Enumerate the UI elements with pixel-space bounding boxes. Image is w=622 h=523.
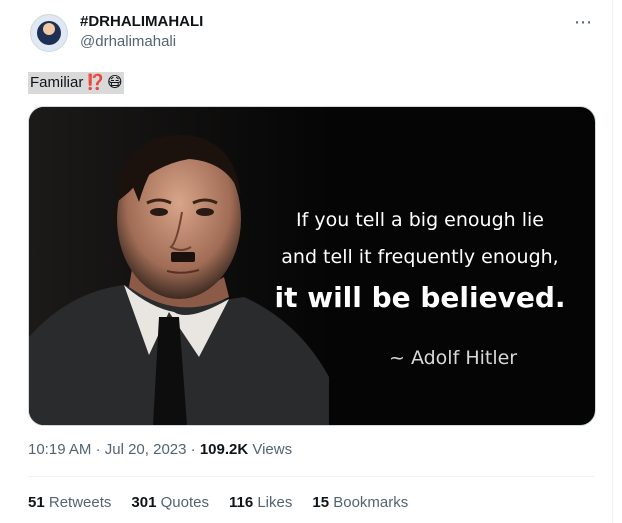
tweet-card: #DRHALIMAHALI @drhalimahali ⋯ Familiar ⁉️…: [0, 0, 613, 523]
tweet-text-word: Familiar: [28, 72, 86, 94]
tweet-text: Familiar ⁉️ 😷: [28, 72, 124, 94]
likes-label: Likes: [257, 494, 293, 511]
quote-line-1: If you tell a big enough lie: [296, 209, 544, 231]
interrobang-emoji-icon: ⁉️: [85, 72, 107, 94]
quote-text-block: If you tell a big enough lie and tell it…: [255, 202, 585, 320]
quote-line-3: it will be believed.: [274, 281, 566, 314]
bookmarks-label: Bookmarks: [333, 494, 409, 511]
meta-separator: ·: [95, 441, 101, 458]
author-display-name[interactable]: #DRHALIMAHALI: [80, 13, 203, 30]
quotes-count: 301: [131, 494, 157, 511]
tweet-time[interactable]: 10:19 AM: [28, 441, 91, 458]
engagement-stats: 51 Retweets 301 Quotes 116 Likes 15 Book…: [28, 494, 408, 511]
retweets-stat[interactable]: 51 Retweets: [28, 494, 111, 511]
likes-stat[interactable]: 116 Likes: [229, 494, 292, 511]
quotes-label: Quotes: [160, 494, 209, 511]
views-label: Views: [252, 441, 293, 458]
quotes-stat[interactable]: 301 Quotes: [131, 494, 209, 511]
tweet-metadata: 10:19 AM · Jul 20, 2023 · 109.2K Views: [28, 441, 292, 458]
retweets-label: Retweets: [48, 494, 112, 511]
likes-count: 116: [228, 494, 254, 511]
more-options-icon[interactable]: ⋯: [574, 12, 593, 33]
avatar-face: [43, 23, 55, 35]
divider: [28, 476, 594, 477]
bookmarks-stat[interactable]: 15 Bookmarks: [312, 494, 408, 511]
retweets-count: 51: [28, 494, 45, 511]
author-avatar[interactable]: [30, 14, 68, 52]
quote-line-2: and tell it frequently enough,: [281, 246, 559, 268]
bookmarks-count: 15: [312, 494, 330, 511]
tweet-date[interactable]: Jul 20, 2023: [105, 441, 187, 458]
author-handle[interactable]: @drhalimahali: [80, 33, 176, 50]
views-count: 109.2K: [199, 441, 249, 458]
meta-separator: ·: [190, 441, 196, 458]
mask-face-emoji-icon: 😷: [106, 72, 124, 94]
tweet-media-image[interactable]: If you tell a big enough lie and tell it…: [28, 106, 596, 426]
quote-attribution: ~ Adolf Hitler: [389, 347, 518, 369]
